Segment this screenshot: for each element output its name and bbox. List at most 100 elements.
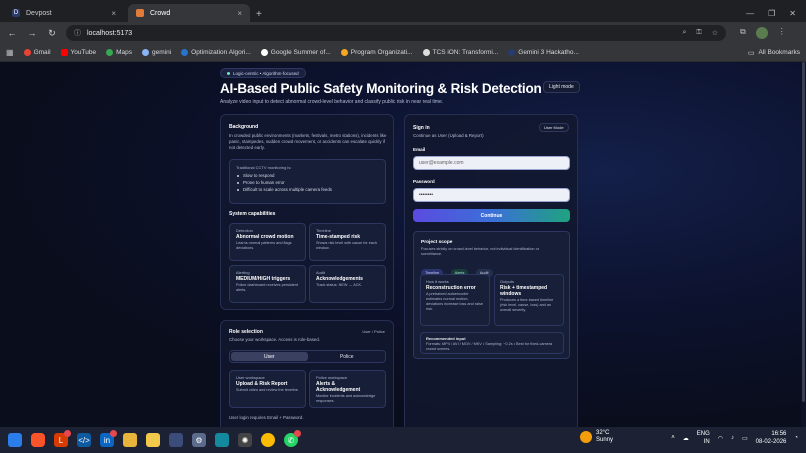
new-tab-icon[interactable]: + bbox=[256, 9, 262, 20]
scope-text: Focuses strictly on crowd-level behavior… bbox=[421, 247, 539, 256]
cloud-icon[interactable]: ☁ bbox=[683, 435, 689, 442]
continue-button[interactable]: Continue bbox=[413, 209, 570, 222]
page-scrollbar[interactable] bbox=[801, 62, 806, 427]
zoom-icon[interactable]: ⌕ bbox=[682, 29, 686, 37]
email-field[interactable]: user@example.com bbox=[413, 156, 570, 170]
files-icon[interactable] bbox=[146, 433, 160, 447]
notifications-bell-icon[interactable]: ◔ bbox=[794, 435, 798, 441]
password-field[interactable]: •••••••• bbox=[413, 188, 570, 202]
how-desc: A pretrained autoencoder estimates norma… bbox=[426, 292, 483, 311]
tab-devpost[interactable]: D Devpost × bbox=[4, 4, 124, 22]
role-police-option[interactable]: Police bbox=[309, 351, 386, 362]
outputs-label: Outputs bbox=[500, 279, 515, 284]
volume-icon[interactable]: ♪ bbox=[731, 435, 734, 441]
workspace-desc: Monitor incidents and acknowledge respon… bbox=[316, 394, 376, 403]
brave-icon[interactable] bbox=[31, 433, 45, 447]
chatgpt-icon[interactable]: ✺ bbox=[238, 433, 252, 447]
capability-desc: Learns normal patterns and flags deviati… bbox=[236, 241, 292, 250]
whatsapp-icon[interactable]: ✆ bbox=[284, 430, 301, 447]
cctv-item: Difficult to scale across multiple camer… bbox=[236, 186, 379, 193]
role-user-option[interactable]: User bbox=[231, 352, 308, 361]
bookmark-star-icon[interactable]: ☆ bbox=[712, 29, 718, 37]
capability-audit: Audit Acknowledgements Track status: NEW… bbox=[309, 265, 386, 303]
windows-start-icon[interactable] bbox=[8, 433, 22, 447]
page-title: AI-Based Public Safety Monitoring & Risk… bbox=[220, 81, 542, 96]
vscode-icon[interactable]: </> bbox=[77, 433, 91, 447]
language-indicator[interactable]: ENG IN bbox=[697, 430, 710, 446]
tab-close-icon[interactable]: × bbox=[111, 9, 116, 18]
bookmark-gmail[interactable]: Gmail bbox=[23, 49, 51, 56]
capability-label: Detection bbox=[236, 228, 253, 233]
bookmark-gsoc[interactable]: Google Summer of... bbox=[260, 49, 331, 56]
clock-time: 16:56 bbox=[771, 431, 787, 437]
cctv-list: Slow to respond Prone to human error Dif… bbox=[236, 172, 379, 193]
bookmark-label: Maps bbox=[116, 49, 132, 56]
bookmark-program[interactable]: Program Organizati... bbox=[340, 49, 413, 56]
capability-label: Audit bbox=[316, 270, 326, 275]
background-text: In crowded public environments (markets,… bbox=[229, 133, 387, 150]
user-workspace-card[interactable]: User workspace Upload & Risk Report Subm… bbox=[229, 370, 306, 408]
tab-crowd[interactable]: Crowd × bbox=[128, 4, 250, 22]
gemini-icon bbox=[142, 49, 149, 56]
url-text: localhost:5173 bbox=[87, 29, 133, 37]
scrollbar-thumb[interactable] bbox=[802, 62, 805, 402]
bookmark-optimization[interactable]: Optimization Algori... bbox=[181, 49, 251, 56]
notification-badge bbox=[294, 430, 301, 437]
capability-value: Abnormal crowd motion bbox=[236, 234, 294, 240]
bookmark-label: Gmail bbox=[33, 49, 51, 56]
tab-close-icon[interactable]: × bbox=[237, 9, 242, 18]
copilot-icon[interactable] bbox=[215, 433, 229, 447]
site-info-icon[interactable]: ⓘ bbox=[74, 28, 81, 38]
police-workspace-card[interactable]: Police workspace Alerts & Acknowledgemen… bbox=[309, 370, 386, 408]
email-label: Email bbox=[413, 147, 426, 152]
weather-widget[interactable]: 32°C Sunny bbox=[580, 430, 613, 444]
light-mode-button[interactable]: Light mode bbox=[543, 81, 580, 93]
settings-gear-icon[interactable]: ⚙ bbox=[192, 433, 206, 447]
back-icon[interactable]: ← bbox=[6, 28, 18, 38]
chrome-icon[interactable] bbox=[261, 433, 275, 447]
password-label: Password bbox=[413, 179, 435, 184]
file-explorer-icon[interactable] bbox=[123, 433, 137, 447]
teams-icon[interactable]: in bbox=[100, 430, 117, 447]
maximize-icon[interactable]: ❐ bbox=[768, 9, 775, 18]
devpost-favicon-icon: D bbox=[12, 9, 20, 17]
bookmark-youtube[interactable]: YouTube bbox=[60, 49, 97, 56]
wifi-icon[interactable]: ◠ bbox=[718, 435, 723, 442]
chevron-up-icon[interactable]: ˄ bbox=[671, 435, 675, 441]
weather-desc: Sunny bbox=[596, 437, 614, 443]
bookmark-label: gemini bbox=[152, 49, 172, 56]
tab-crowd-label: Crowd bbox=[150, 9, 171, 17]
apps-grid-icon[interactable]: ▦ bbox=[6, 48, 14, 57]
password-key-icon[interactable]: ⚿ bbox=[696, 29, 701, 37]
how-value: Reconstruction error bbox=[426, 285, 476, 291]
workspace-value: Alerts & Acknowledgement bbox=[316, 381, 361, 393]
cctv-item: Slow to respond bbox=[236, 172, 379, 179]
tcs-icon bbox=[422, 49, 430, 56]
office-icon[interactable]: L bbox=[54, 430, 71, 447]
profile-avatar[interactable] bbox=[755, 27, 768, 39]
app-icon[interactable] bbox=[169, 433, 183, 447]
bookmark-label: YouTube bbox=[70, 49, 97, 56]
email-placeholder: user@example.com bbox=[419, 160, 464, 166]
clock[interactable]: 16:56 08-02-2026 bbox=[756, 430, 787, 446]
bookmark-gemini-hackathon[interactable]: Gemini 3 Hackatho... bbox=[508, 49, 579, 56]
capability-desc: Track status: NEW → ACK. bbox=[316, 283, 363, 287]
close-window-icon[interactable]: ✕ bbox=[789, 9, 796, 18]
menu-kebab-icon[interactable]: ⋮ bbox=[778, 27, 786, 39]
battery-icon[interactable]: ▭ bbox=[742, 435, 748, 442]
notification-badge bbox=[64, 430, 71, 437]
extensions-icon[interactable]: ⧉ bbox=[740, 27, 746, 39]
bookmark-gemini[interactable]: gemini bbox=[142, 49, 171, 56]
minimize-icon[interactable]: — bbox=[746, 9, 754, 18]
bookmark-maps[interactable]: Maps bbox=[106, 49, 132, 56]
bookmark-tcs[interactable]: TCS iON: Transformi... bbox=[422, 49, 499, 56]
forward-icon[interactable]: → bbox=[26, 28, 38, 38]
all-bookmarks[interactable]: ▭ All Bookmarks bbox=[748, 49, 800, 57]
bookmark-label: TCS iON: Transformi... bbox=[432, 49, 499, 56]
lang-secondary: IN bbox=[703, 439, 710, 445]
reload-icon[interactable]: ↻ bbox=[46, 28, 58, 39]
url-field[interactable]: ⓘ localhost:5173 ⌕ ⚿ ☆ bbox=[66, 25, 726, 41]
pill-text: Logic-centric • Algorithm-focused bbox=[233, 70, 299, 76]
how-label: How it works bbox=[426, 279, 449, 284]
role-note: User login requires Email + Password. bbox=[229, 415, 304, 420]
